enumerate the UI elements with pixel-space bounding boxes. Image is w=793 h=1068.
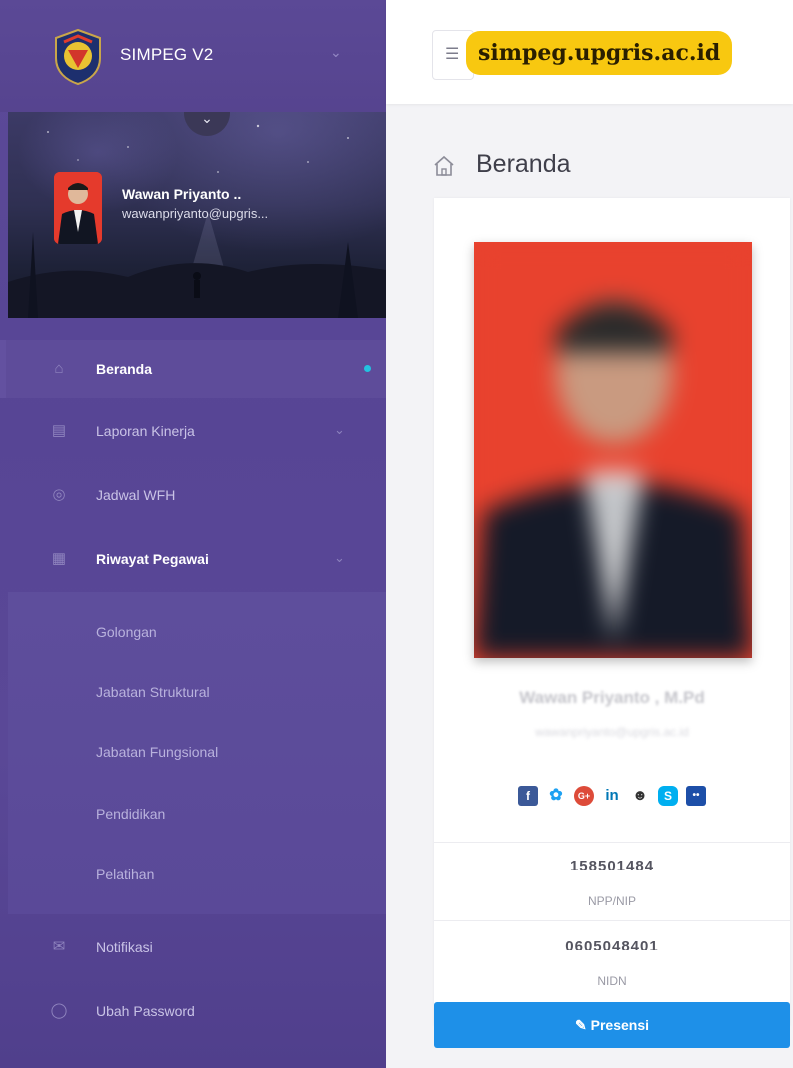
globe-icon: ◎ <box>52 486 66 503</box>
sidebar-item-label: Riwayat Pegawai <box>96 551 209 567</box>
top-bar: ☰ simpeg.upgris.ac.id <box>386 0 793 104</box>
user-name: Wawan Priyanto .. <box>122 186 242 202</box>
skype-icon[interactable]: S <box>658 786 678 806</box>
chevron-down-icon[interactable]: ⌄ <box>330 44 342 61</box>
sidebar-item-ubah-password[interactable]: ◯ Ubah Password <box>0 982 386 1040</box>
sidebar-item-label: Ubah Password <box>96 1003 195 1019</box>
redaction-mask <box>534 950 694 964</box>
twitter-icon[interactable]: ✿ <box>546 786 566 806</box>
active-dot <box>364 365 371 372</box>
calendar-icon: ▦ <box>51 550 67 567</box>
divider <box>434 842 790 843</box>
profile-cover: ⌄ Wawan Priyanto .. wawanpriyanto@upgris… <box>8 112 386 318</box>
redaction-mask <box>534 870 694 884</box>
url-badge: simpeg.upgris.ac.id <box>466 31 733 75</box>
nidn-label: NIDN <box>597 974 627 988</box>
divider <box>434 920 790 921</box>
sidebar-item-label: Jadwal WFH <box>96 487 176 503</box>
shield-icon: ◯ <box>50 1002 68 1019</box>
mail-icon: ✉ <box>52 938 66 955</box>
app-title: SIMPEG V2 <box>120 45 214 64</box>
google-plus-icon[interactable]: G+ <box>574 786 594 806</box>
sidebar-item-label: Laporan Kinerja <box>96 423 195 439</box>
sidebar-item-beranda[interactable]: ⌂ Beranda <box>0 340 386 398</box>
sidebar-item-notifikasi[interactable]: ✉ Notifikasi <box>0 918 386 976</box>
profile-photo <box>474 242 752 658</box>
submenu-item-jabatan-fungsional[interactable]: Jabatan Fungsional <box>96 744 218 760</box>
profile-card: Wawan Priyanto , M.Pd wawanpriyanto@upgr… <box>434 198 790 1048</box>
npp-label: NPP/NIP <box>587 894 636 908</box>
user-email: wawanpriyanto@upgris... <box>122 206 269 221</box>
sidebar-header: SIMPEG V2 ⌄ <box>0 0 386 112</box>
profile-name: Wawan Priyanto , M.Pd <box>519 688 705 707</box>
avatar <box>54 172 102 244</box>
facebook-icon[interactable]: f <box>518 786 538 806</box>
submenu-item-pelatihan[interactable]: Pelatihan <box>96 866 154 882</box>
submenu-item-golongan[interactable]: Golongan <box>96 624 157 640</box>
app-logo-icon <box>55 28 101 86</box>
sidebar-item-label: Notifikasi <box>96 939 153 955</box>
sidebar-item-riwayat-pegawai[interactable]: ▦ Riwayat Pegawai ⌄ <box>0 530 386 588</box>
chevron-down-icon: ⌄ <box>334 550 345 565</box>
blurred-portrait-image <box>474 242 752 658</box>
sidebar-item-label: Beranda <box>96 361 153 377</box>
sidebar-item-jadwal-wfh[interactable]: ◎ Jadwal WFH <box>0 466 386 524</box>
reddit-icon[interactable]: ☻ <box>630 786 650 806</box>
edit-icon: ✎ <box>575 1017 591 1033</box>
profile-email: wawanpriyanto@upgris.ac.id <box>535 725 689 739</box>
social-links: f ✿ G+ in ☻ S •• <box>434 786 790 806</box>
report-icon: ▤ <box>51 422 67 439</box>
submenu-item-pendidikan[interactable]: Pendidikan <box>96 806 165 822</box>
linkedin-icon[interactable]: in <box>602 786 622 806</box>
page-title: Beranda <box>476 150 571 178</box>
flickr-icon[interactable]: •• <box>686 786 706 806</box>
chevron-down-icon: ⌄ <box>334 422 345 437</box>
sidebar-item-laporan-kinerja[interactable]: ▤ Laporan Kinerja ⌄ <box>0 402 386 460</box>
home-icon <box>434 155 454 176</box>
presensi-label: Presensi <box>590 1017 649 1033</box>
sidebar: SIMPEG V2 ⌄ ⌄ Wawan Priyanto .. wawanpri… <box>0 0 386 1068</box>
presensi-button[interactable]: ✎ Presensi <box>434 1002 790 1048</box>
home-icon: ⌂ <box>54 360 64 377</box>
submenu-item-jabatan-struktural[interactable]: Jabatan Struktural <box>96 684 210 700</box>
